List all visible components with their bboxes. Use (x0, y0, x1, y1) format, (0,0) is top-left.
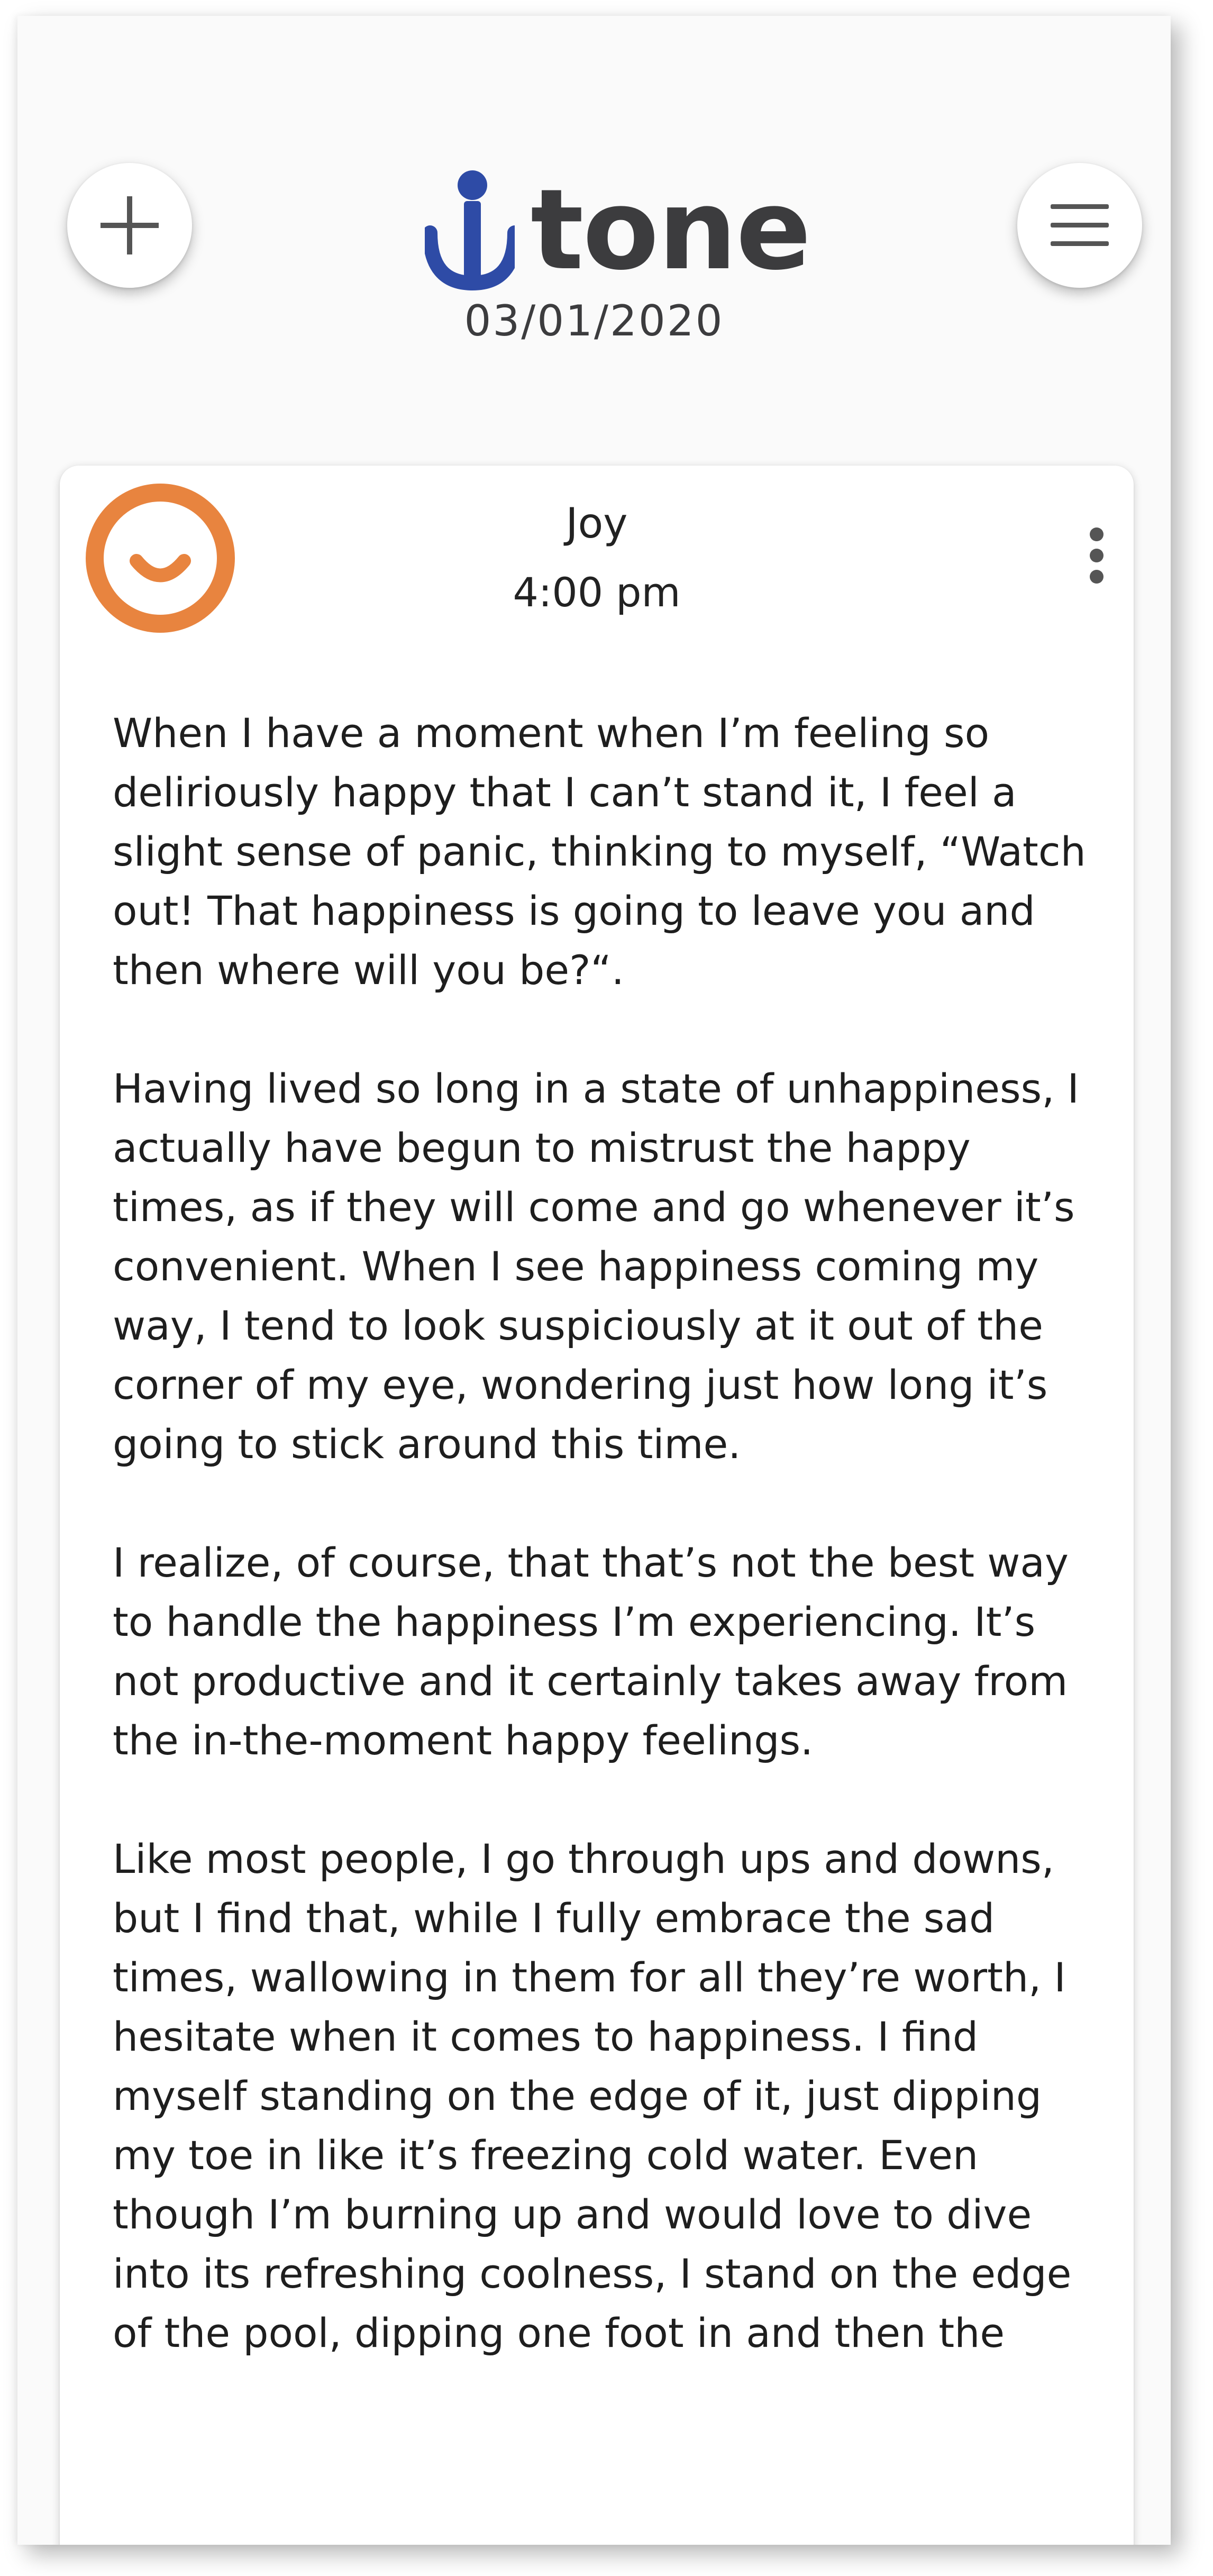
journal-entry-card[interactable]: Joy 4:00 pm When I have a moment when I’… (60, 466, 1134, 2545)
entry-time: 4:00 pm (513, 569, 681, 616)
vertical-dots-icon (1090, 549, 1103, 562)
plus-icon (101, 196, 159, 254)
entry-body: When I have a moment when I’m feeling so… (113, 704, 1097, 2422)
vertical-dots-icon (1090, 527, 1103, 541)
entry-paragraph: Having lived so long in a state of unhap… (113, 1065, 1079, 1468)
mood-label: Joy (566, 500, 628, 548)
entry-paragraph: When I have a moment when I’m feeling so… (113, 709, 1086, 994)
entry-paragraph: Like most people, I go through ups and d… (113, 1835, 1072, 2356)
screenshot-frame: tone 03/01/2020 Joy 4:00 pm When I have … (0, 0, 1213, 2576)
entry-paragraph: I realize, of course, that that’s not th… (113, 1539, 1069, 1764)
anchor-i-logo-icon (425, 170, 515, 291)
vertical-dots-icon (1090, 570, 1103, 584)
hamburger-menu-icon (1051, 204, 1109, 246)
logo-wordmark: tone (531, 165, 811, 295)
more-options-button[interactable] (1075, 516, 1118, 595)
current-date: 03/01/2020 (464, 296, 724, 345)
app-logo: tone (425, 165, 811, 295)
add-entry-button[interactable] (67, 163, 192, 288)
app-screen: tone 03/01/2020 Joy 4:00 pm When I have … (17, 16, 1171, 2545)
menu-button[interactable] (1017, 163, 1142, 288)
